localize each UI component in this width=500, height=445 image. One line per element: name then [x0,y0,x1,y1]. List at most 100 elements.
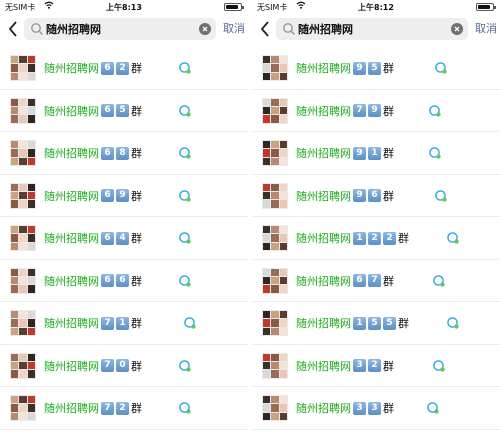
group-suffix: 群 [131,274,142,288]
group-avatar [10,267,36,294]
group-suffix: 群 [398,317,409,330]
chat-bubble-icon[interactable] [428,104,442,118]
digit-badge: 9 [353,146,366,160]
chat-bubble-icon[interactable] [178,359,192,373]
chat-bubble-icon[interactable] [446,316,460,330]
result-row[interactable]: 随州招聘网 6 6 群 [0,260,248,302]
chat-bubble-icon[interactable] [432,274,446,288]
chevron-left-icon[interactable] [258,19,272,39]
search-input[interactable] [46,19,190,39]
group-avatar [262,97,288,124]
digit-badge: 7 [101,401,114,415]
result-title: 随州招聘网 6 9 群 [44,188,142,204]
result-row[interactable]: 随州招聘网 3 3 群 [252,387,500,430]
chat-bubble-icon[interactable] [434,61,448,75]
result-row[interactable]: 随州招聘网 7 9 群 [252,90,500,132]
chat-bubble-icon[interactable] [178,146,192,160]
result-row[interactable]: 随州招聘网 7 1 群 [0,302,248,345]
clear-icon[interactable] [199,23,211,35]
search-icon [31,23,44,36]
search-icon [283,23,296,36]
chat-bubble-icon[interactable] [434,189,448,203]
status-time: 上午8:13 [106,3,142,12]
digit-badge: 5 [368,61,381,75]
digit-badge: 9 [116,189,129,202]
result-row[interactable]: 随州招聘网 9 5 群 [252,47,500,90]
screen-right: 无SIM卡 上午8:12 取消 [252,0,500,445]
chat-bubble-icon[interactable] [178,231,192,245]
digit-badge: 2 [116,61,129,75]
cancel-button[interactable]: 取消 [475,20,497,36]
keyword-text: 随州招聘网 [296,274,351,288]
digit-badge: 2 [368,231,381,245]
digit-badge: 6 [101,146,114,160]
digit-badge: 6 [368,189,381,202]
result-row[interactable]: 随州招聘网 6 2 群 [0,47,248,90]
result-row[interactable]: 随州招聘网 1 2 2 群 [252,217,500,260]
keyword-text: 随州招聘网 [44,232,99,245]
result-row[interactable]: 随州招聘网 6 9 群 [0,175,248,217]
result-row[interactable]: 随州招聘网 9 1 群 [252,132,500,175]
group-suffix: 群 [131,232,142,245]
group-suffix: 群 [398,232,409,245]
result-row[interactable]: 随州招聘网 1 5 5 群 [252,302,500,345]
search-box [276,18,468,40]
result-row[interactable]: 随州招聘网 7 0 群 [0,345,248,387]
result-title: 随州招聘网 3 3 群 [296,400,394,416]
chat-bubble-icon[interactable] [178,104,192,118]
digit-badge: 3 [368,401,381,415]
result-row[interactable]: 随州招聘网 9 6 群 [252,175,500,217]
status-bar: 无SIM卡 上午8:13 [0,0,248,16]
group-avatar [10,140,36,166]
digit-badge: 2 [116,401,129,415]
chat-bubble-icon[interactable] [432,359,446,373]
digit-badge: 7 [101,359,114,372]
chat-bubble-icon[interactable] [446,231,460,245]
keyword-text: 随州招聘网 [44,402,99,415]
result-title: 随州招聘网 9 1 群 [296,145,394,161]
chat-bubble-icon[interactable] [183,316,197,330]
group-suffix: 群 [383,359,394,373]
result-title: 随州招聘网 6 2 群 [44,60,142,76]
battery-fill [226,5,238,9]
group-suffix: 群 [383,402,394,415]
chat-bubble-icon[interactable] [178,274,192,288]
chevron-left-icon[interactable] [6,19,20,39]
search-input[interactable] [298,19,442,39]
digit-badge: 3 [353,359,366,372]
result-row[interactable]: 随州招聘网 3 2 群 [252,345,500,387]
group-suffix: 群 [131,147,142,160]
clear-icon[interactable] [451,23,463,35]
group-suffix: 群 [131,62,142,75]
group-avatar [262,140,288,166]
chat-bubble-icon[interactable] [178,61,192,75]
result-row[interactable]: 随州招聘网 7 2 群 [0,387,248,430]
group-avatar [10,182,36,209]
digit-badge: 9 [353,189,366,202]
keyword-text: 随州招聘网 [44,359,99,373]
keyword-text: 随州招聘网 [44,104,99,118]
chat-bubble-icon[interactable] [428,146,442,160]
screens: 无SIM卡 上午8:13 取消 [0,0,500,445]
search-bar: 取消 [0,16,248,42]
keyword-text: 随州招聘网 [44,147,99,160]
digit-badge: 7 [368,274,381,287]
digit-badge: 6 [353,274,366,287]
cancel-button[interactable]: 取消 [223,20,245,36]
chat-bubble-icon[interactable] [426,401,440,415]
group-avatar [10,97,36,124]
digit-badge: 5 [383,316,396,330]
keyword-text: 随州招聘网 [296,147,351,160]
chat-bubble-icon[interactable] [178,189,192,203]
digit-badge: 5 [368,316,381,330]
result-title: 随州招聘网 7 9 群 [296,103,394,119]
chat-bubble-icon[interactable] [178,401,192,415]
result-row[interactable]: 随州招聘网 6 4 群 [0,217,248,260]
digit-badge: 3 [353,401,366,415]
group-suffix: 群 [383,104,394,118]
result-row[interactable]: 随州招聘网 6 7 群 [252,260,500,302]
result-row[interactable]: 随州招聘网 6 5 群 [0,90,248,132]
screen-left: 无SIM卡 上午8:13 取消 [0,0,248,445]
digit-badge: 7 [101,316,114,330]
result-row[interactable]: 随州招聘网 6 8 群 [0,132,248,175]
